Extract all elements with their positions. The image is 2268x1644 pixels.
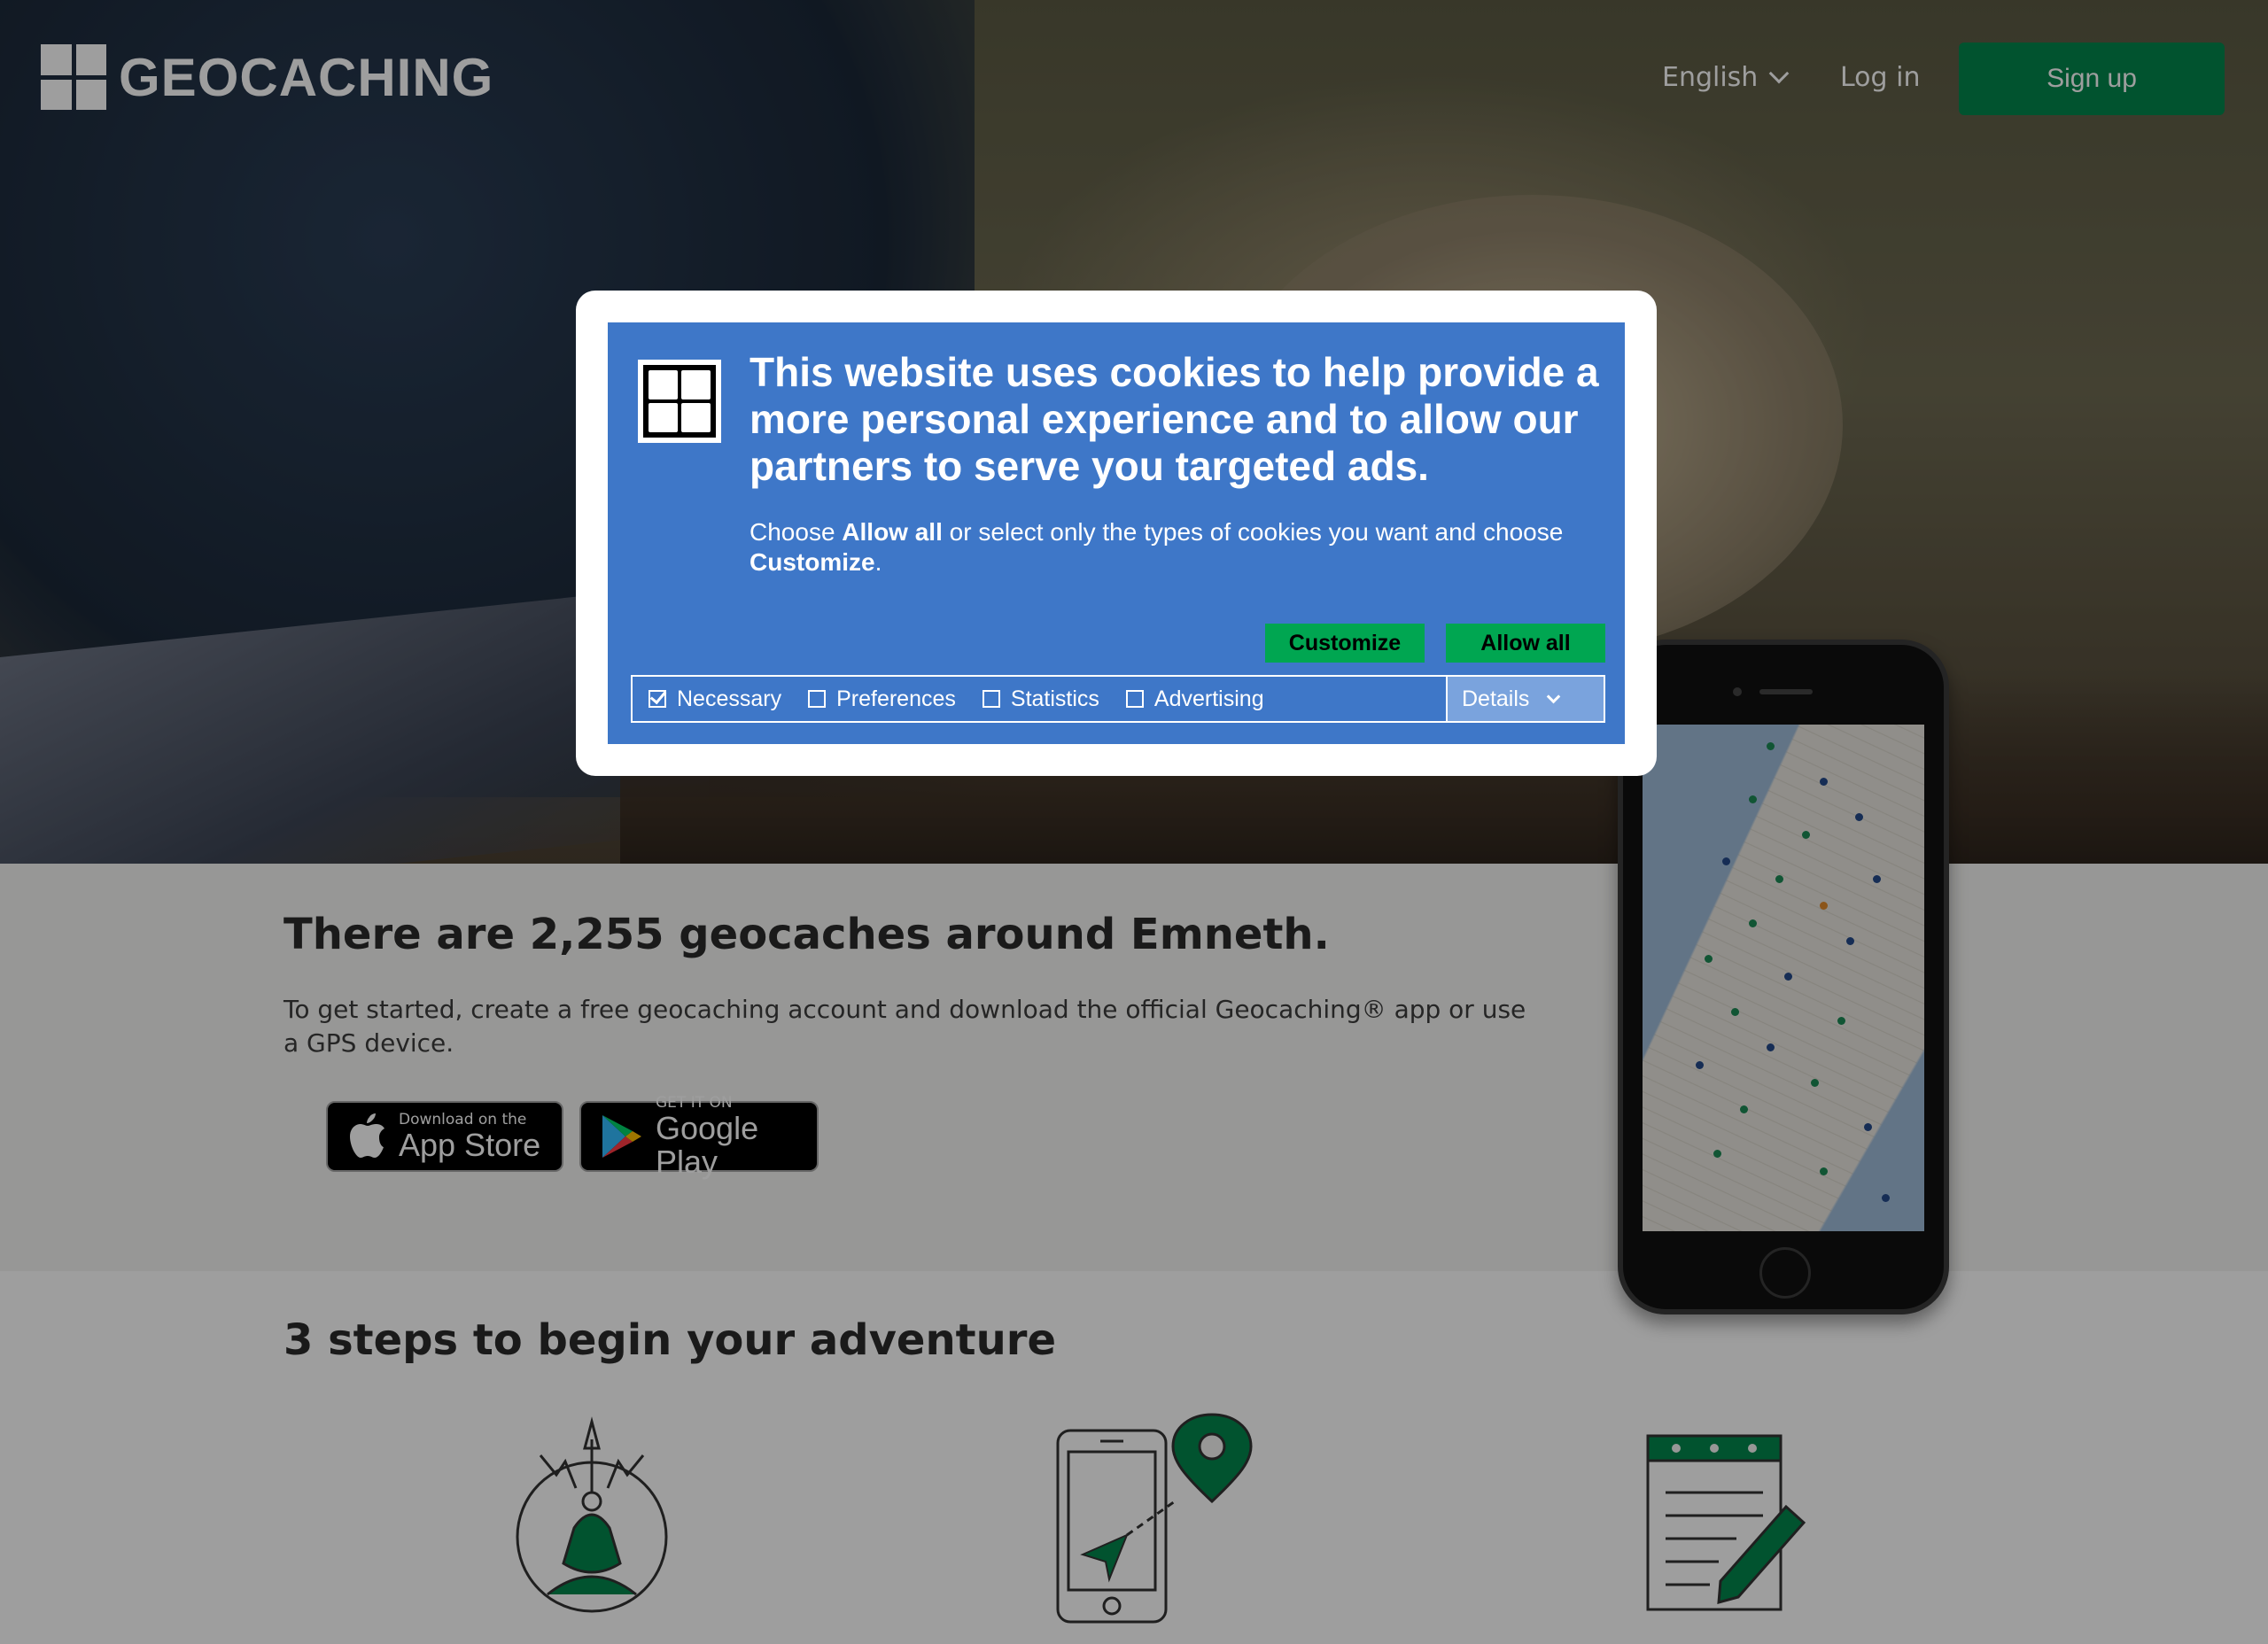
allow-all-button[interactable]: Allow all (1446, 624, 1605, 663)
cookie-option-label: Preferences (836, 686, 956, 711)
cookie-option-necessary[interactable]: Necessary (649, 686, 781, 712)
cookie-option-statistics[interactable]: Statistics (982, 686, 1099, 712)
details-label: Details (1462, 686, 1530, 711)
chevron-down-icon (1547, 689, 1561, 703)
cookie-option-preferences[interactable]: Preferences (808, 686, 956, 712)
cookie-title: This website uses cookies to help provid… (750, 349, 1599, 489)
checkbox-icon[interactable] (982, 690, 1000, 708)
details-toggle[interactable]: Details (1446, 677, 1604, 721)
customize-button[interactable]: Customize (1265, 624, 1425, 663)
cookie-option-label: Statistics (1010, 686, 1099, 711)
cookie-category-bar: Necessary Preferences Statistics Adverti… (631, 675, 1605, 723)
cookie-option-label: Necessary (677, 686, 782, 711)
checkbox-checked-icon[interactable] (649, 690, 666, 708)
checkbox-icon[interactable] (1125, 690, 1144, 708)
cookie-description: Choose Allow all or select only the type… (750, 518, 1564, 576)
cookie-option-label: Advertising (1153, 686, 1264, 711)
geocaching-logo-icon (638, 360, 721, 443)
cookie-consent-panel: This website uses cookies to help provid… (608, 322, 1625, 744)
cookie-consent-dialog: This website uses cookies to help provid… (576, 291, 1657, 776)
cookie-option-advertising[interactable]: Advertising (1125, 686, 1264, 712)
checkbox-icon[interactable] (808, 690, 827, 708)
modal-backdrop (0, 0, 2268, 1644)
